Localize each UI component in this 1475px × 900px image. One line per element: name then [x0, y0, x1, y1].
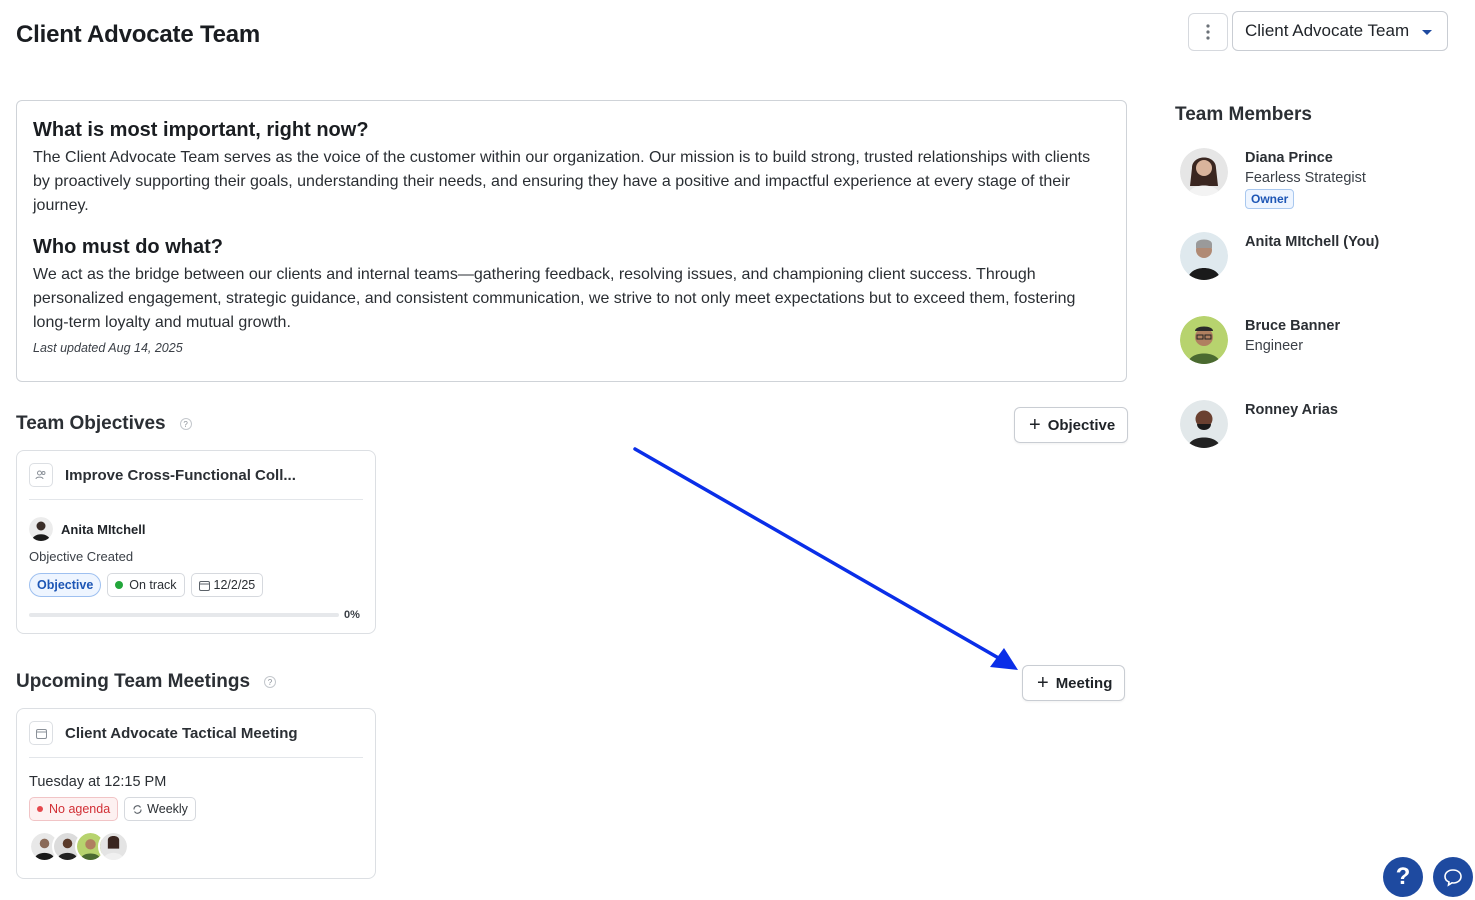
add-meeting-label: Meeting: [1055, 674, 1113, 692]
team-meetings-label: Upcoming Team Meetings: [16, 671, 251, 692]
team-objectives-title: Team Objectives ?: [16, 413, 192, 435]
mission-text-who: We act as the bridge between our clients…: [33, 266, 1076, 331]
member-role: Fearless Strategist: [1245, 170, 1366, 186]
chat-button[interactable]: [1433, 857, 1473, 897]
member-role: Engineer: [1245, 338, 1304, 354]
member-name: Anita MItchell (You): [1245, 234, 1380, 250]
question-icon: ?: [1395, 863, 1411, 890]
objective-title: Improve Cross-Functional Coll...: [65, 466, 296, 484]
objective-type-chip: Objective: [29, 573, 102, 597]
avatar: [29, 517, 53, 541]
member-name: Bruce Banner: [1245, 318, 1341, 334]
caret-down-icon: [1422, 30, 1432, 35]
team-selector[interactable]: Client Advocate Team: [1232, 11, 1448, 51]
add-objective-button[interactable]: + Objective: [1014, 407, 1129, 443]
no-agenda-chip: No agenda: [29, 797, 119, 821]
team-meetings-title: Upcoming Team Meetings ?: [16, 671, 277, 693]
meeting-card[interactable]: Client Advocate Tactical Meeting Tuesday…: [16, 708, 376, 879]
mission-card: What is most important, right now? The C…: [16, 100, 1127, 382]
member-name: Diana Prince: [1245, 150, 1333, 166]
chat-bubble-icon: [1444, 869, 1462, 887]
due-date-label: 12/2/25: [213, 578, 256, 592]
team-selector-value: Client Advocate Team: [1245, 21, 1410, 40]
member-ronney-arias[interactable]: Ronney Arias: [1180, 400, 1470, 448]
member-bruce-banner[interactable]: Bruce Banner Engineer: [1180, 316, 1470, 364]
member-diana-prince[interactable]: Diana Prince Fearless Strategist Owner: [1180, 148, 1470, 209]
repeat-icon: [133, 804, 142, 814]
mission-heading-important: What is most important, right now?: [33, 119, 369, 141]
due-date-chip: 12/2/25: [190, 573, 264, 597]
meeting-title: Client Advocate Tactical Meeting: [65, 724, 298, 742]
objective-owner-name: Anita MItchell: [61, 521, 146, 537]
people-icon: [29, 463, 53, 487]
owner-badge: Owner: [1245, 189, 1295, 209]
on-track-label: On track: [129, 578, 177, 592]
calendar-icon: [198, 580, 210, 591]
plus-icon: +: [1029, 414, 1041, 436]
meetings-help-icon[interactable]: ?: [264, 676, 277, 688]
meeting-time: Tuesday at 12:15 PM: [29, 774, 167, 790]
objective-card-header: Improve Cross-Functional Coll...: [29, 451, 363, 500]
alert-dot-icon: [37, 806, 43, 812]
page-title: Client Advocate Team: [16, 21, 261, 48]
vertical-dots-icon: [1206, 24, 1210, 40]
avatar: [1180, 232, 1228, 280]
mission-heading-who: Who must do what?: [33, 236, 223, 258]
member-name: Ronney Arias: [1245, 402, 1338, 418]
status-dot-icon: [115, 581, 124, 589]
add-objective-label: Objective: [1047, 416, 1116, 434]
team-members-title: Team Members: [1175, 104, 1312, 125]
add-meeting-button[interactable]: + Meeting: [1022, 665, 1126, 701]
member-anita-mitchell[interactable]: Anita MItchell (You): [1180, 232, 1470, 280]
avatar: [1180, 148, 1228, 196]
recurrence-chip: Weekly: [124, 797, 196, 821]
recurrence-label: Weekly: [147, 802, 188, 816]
no-agenda-label: No agenda: [49, 802, 111, 816]
avatar: [1180, 400, 1228, 448]
last-updated-text: Last updated Aug 14, 2025: [33, 341, 183, 355]
objective-status-text: Objective Created: [29, 549, 134, 564]
attendee-avatars: [29, 831, 363, 862]
objective-progress: 0%: [29, 609, 363, 621]
calendar-icon: [29, 721, 53, 745]
mission-text-important: The Client Advocate Team serves as the v…: [33, 149, 1091, 214]
avatar: [1180, 316, 1228, 364]
objective-card[interactable]: Improve Cross-Functional Coll... Anita M…: [16, 450, 376, 634]
progress-percent: 0%: [344, 609, 360, 621]
more-options-button[interactable]: [1188, 13, 1228, 51]
meeting-card-header: Client Advocate Tactical Meeting: [29, 709, 363, 758]
help-button[interactable]: ?: [1383, 857, 1423, 897]
team-objectives-label: Team Objectives: [16, 413, 166, 434]
avatar: [98, 831, 129, 862]
objectives-help-icon[interactable]: ?: [179, 418, 192, 430]
progress-track: [29, 613, 339, 617]
on-track-chip: On track: [107, 573, 185, 597]
objective-owner: Anita MItchell: [29, 517, 363, 541]
plus-icon: +: [1037, 672, 1049, 694]
